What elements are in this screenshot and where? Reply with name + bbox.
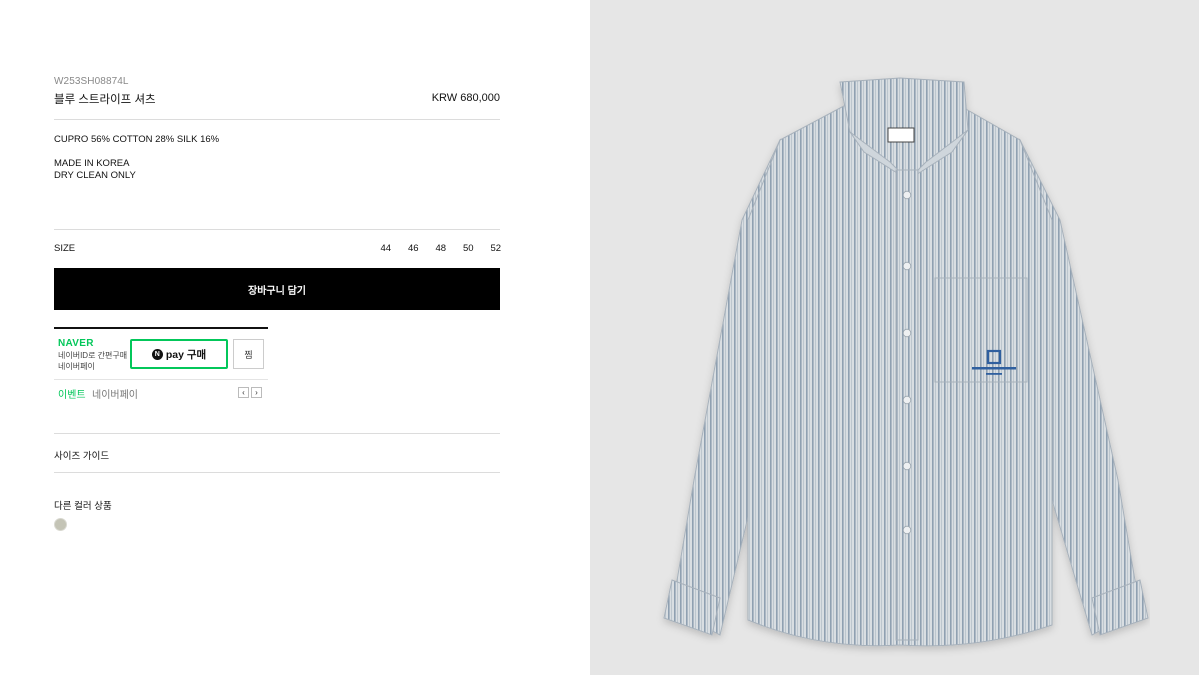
npay-buy-label: pay 구매 [165, 348, 207, 361]
other-colors-heading: 다른 컬러 상품 [54, 501, 112, 512]
care-text: DRY CLEAN ONLY [54, 170, 136, 181]
event-label[interactable]: 이벤트 [58, 386, 86, 401]
size-label: SIZE [54, 243, 76, 254]
event-subtitle[interactable]: 네이버페이 [92, 386, 138, 401]
npay-buy-button[interactable]: N pay 구매 [130, 339, 228, 369]
product-sku: W253SH08874L [54, 76, 129, 87]
divider [54, 379, 268, 380]
size-option-44[interactable]: 44 [372, 243, 400, 254]
color-swatch[interactable] [54, 518, 67, 531]
product-info-panel: W253SH08874L 블루 스트라이프 셔츠 KRW 680,000 CUP… [0, 0, 590, 675]
naver-desc-line1: 네이버ID로 간편구매 [58, 351, 128, 360]
size-selector: 44 46 48 50 52 [372, 243, 510, 254]
naver-pay-box: NAVER 네이버ID로 간편구매 네이버페이 N pay 구매 찜 이벤트 네… [54, 327, 268, 403]
product-image-panel [590, 0, 1199, 675]
naver-description: 네이버ID로 간편구매 네이버페이 [58, 350, 132, 372]
divider [54, 472, 500, 473]
divider [54, 229, 500, 230]
size-option-50[interactable]: 50 [455, 243, 483, 254]
next-arrow-icon[interactable]: › [251, 387, 262, 398]
naver-desc-line2: 네이버페이 [58, 362, 95, 371]
npay-logo-icon: N [151, 348, 163, 360]
divider [54, 433, 500, 434]
product-composition: CUPRO 56% COTTON 28% SILK 16% [54, 134, 220, 145]
product-title: 블루 스트라이프 셔츠 [54, 94, 156, 106]
naver-logo: NAVER [58, 338, 94, 349]
product-care-info: MADE IN KOREA DRY CLEAN ONLY [54, 158, 136, 182]
size-option-52[interactable]: 52 [482, 243, 510, 254]
size-option-48[interactable]: 48 [427, 243, 455, 254]
prev-arrow-icon[interactable]: ‹ [238, 387, 249, 398]
size-guide-link[interactable]: 사이즈 가이드 [54, 448, 109, 462]
divider [54, 119, 500, 120]
wishlist-button[interactable]: 찜 [233, 339, 264, 369]
add-to-cart-button[interactable]: 장바구니 담기 [54, 268, 500, 310]
product-price: KRW 680,000 [431, 92, 500, 104]
origin-text: MADE IN KOREA [54, 158, 130, 169]
size-option-46[interactable]: 46 [400, 243, 428, 254]
product-image [663, 77, 1149, 647]
